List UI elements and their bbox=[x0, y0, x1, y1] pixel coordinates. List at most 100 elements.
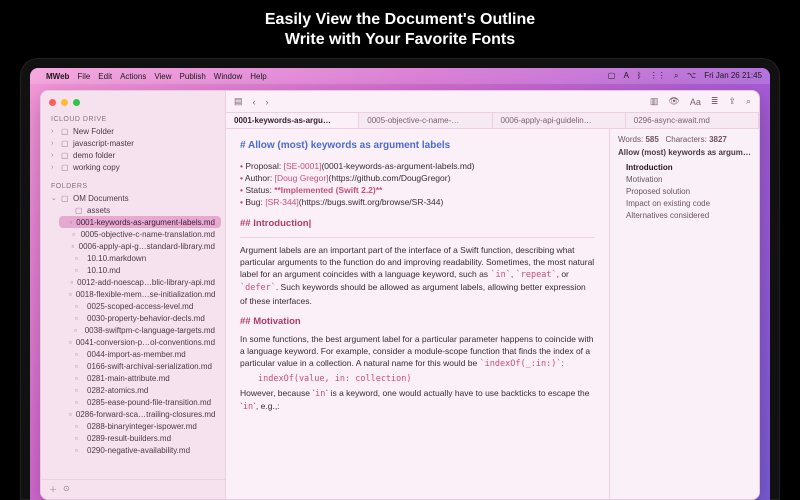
document-icon: ▫ bbox=[69, 290, 72, 299]
folder-icon: ▢ bbox=[61, 151, 69, 160]
outline-item[interactable]: Impact on existing code bbox=[618, 197, 751, 209]
headline-line1: Easily View the Document's Outline bbox=[265, 11, 535, 28]
sidebar-file[interactable]: ▫0281-main-attribute.md bbox=[59, 372, 221, 384]
sidebar-file[interactable]: ▫0038-swiftpm-c-language-targets.md bbox=[59, 324, 221, 336]
sidebar-folder[interactable]: ›▢New Folder bbox=[45, 125, 221, 137]
sidebar-folders-tree: ⌄▢OM Documents ▢assets ▫0001-keywords-as… bbox=[41, 192, 225, 462]
document-icon: ▫ bbox=[75, 446, 83, 455]
chevron-right-icon: › bbox=[51, 140, 57, 147]
folder-icon: ▢ bbox=[61, 127, 69, 136]
editor-pane[interactable]: # Allow (most) keywords as argument labe… bbox=[226, 129, 609, 499]
sidebar-file[interactable]: ▫10.10.markdown bbox=[59, 252, 221, 264]
menu-file[interactable]: File bbox=[77, 72, 90, 81]
document-icon: ▫ bbox=[71, 242, 74, 251]
sidebar-file[interactable]: ▫0288-binaryinteger-ispower.md bbox=[59, 420, 221, 432]
wifi-icon[interactable]: ⋮⋮ bbox=[650, 71, 666, 80]
menu-window[interactable]: Window bbox=[214, 72, 242, 81]
outline-item[interactable]: Proposed solution bbox=[618, 185, 751, 197]
app-menu[interactable]: MWeb bbox=[46, 72, 69, 81]
add-button[interactable]: ＋ bbox=[49, 484, 57, 495]
sidebar-subfolder[interactable]: ▢assets bbox=[59, 204, 221, 216]
menubar-clock[interactable]: Fri Jan 26 21:45 bbox=[704, 71, 762, 80]
doc-motivation-paragraph-2: However, because `in` is a keyword, one … bbox=[240, 387, 595, 414]
chevron-down-icon: ⌄ bbox=[51, 194, 57, 202]
sidebar-file[interactable]: ▫0041-conversion-p…ol-conventions.md bbox=[59, 336, 221, 348]
sidebar-file[interactable]: ▫0286-forward-sca…trailing-closures.md bbox=[59, 408, 221, 420]
doc-h1: # Allow (most) keywords as argument labe… bbox=[240, 139, 595, 154]
desktop-screen: MWeb File Edit Actions View Publish Wind… bbox=[30, 68, 770, 500]
sidebar-footer: ＋ ⊙ bbox=[41, 479, 225, 499]
menu-actions[interactable]: Actions bbox=[120, 72, 146, 81]
headline-line2: Write with Your Favorite Fonts bbox=[265, 30, 535, 50]
eye-icon[interactable]: 👁 bbox=[668, 96, 679, 107]
document-icon: ▫ bbox=[75, 374, 83, 383]
document-icon: ▫ bbox=[75, 302, 83, 311]
folder-icon: ▢ bbox=[61, 163, 69, 172]
minimize-window-button[interactable] bbox=[61, 99, 68, 106]
chevron-right-icon: › bbox=[51, 128, 57, 135]
window-controls bbox=[41, 95, 225, 112]
sidebar-cloud-tree: ›▢New Folder ›▢javascript-master ›▢demo … bbox=[41, 125, 225, 179]
doc-intro-paragraph: Argument labels are an important part of… bbox=[240, 244, 595, 308]
document-icon: ▫ bbox=[72, 230, 76, 239]
menu-help[interactable]: Help bbox=[250, 72, 266, 81]
input-source-icon[interactable]: A bbox=[624, 71, 629, 80]
preview-mode-icon[interactable]: ▥ bbox=[650, 96, 659, 107]
forward-button[interactable]: › bbox=[266, 97, 269, 107]
tab[interactable]: 0296-async-await.md bbox=[626, 113, 759, 128]
search-icon[interactable]: ⌕ bbox=[746, 96, 751, 107]
tab[interactable]: 0005-objective-c-name-… bbox=[359, 113, 492, 128]
outline-item[interactable]: Alternatives considered bbox=[618, 209, 751, 221]
sidebar-file[interactable]: ▫0012-add-noescap…blic-library-api.md bbox=[59, 276, 221, 288]
sidebar-file[interactable]: ▫0285-ease-pound-file-transition.md bbox=[59, 396, 221, 408]
sidebar-file[interactable]: ▫0290-negative-availability.md bbox=[59, 444, 221, 456]
outline-toggle-icon[interactable]: ≣ bbox=[711, 96, 719, 107]
search-icon[interactable]: ⌕ bbox=[674, 71, 678, 80]
share-icon[interactable]: ⇪ bbox=[728, 96, 736, 107]
folder-icon: ▢ bbox=[61, 139, 69, 148]
sidebar: ICLOUD DRIVE ›▢New Folder ›▢javascript-m… bbox=[41, 91, 226, 499]
document-icon: ▫ bbox=[75, 398, 83, 407]
bluetooth-icon[interactable]: ᛒ bbox=[637, 71, 642, 80]
tab[interactable]: 0001-keywords-as-argu… bbox=[226, 113, 359, 128]
sidebar-file[interactable]: ▫0005-objective-c-name-translation.md bbox=[59, 228, 221, 240]
doc-h2-motivation: ## Motivation bbox=[240, 315, 595, 329]
document-icon: ▫ bbox=[75, 362, 83, 371]
menu-view[interactable]: View bbox=[154, 72, 171, 81]
menu-edit[interactable]: Edit bbox=[98, 72, 112, 81]
sidebar-settings-icon[interactable]: ⊙ bbox=[63, 484, 70, 495]
toggle-sidebar-icon[interactable]: ▤ bbox=[234, 96, 243, 107]
sidebar-file[interactable]: ▫0018-flexible-mem…se-initialization.md bbox=[59, 288, 221, 300]
sidebar-folder[interactable]: ›▢javascript-master bbox=[45, 137, 221, 149]
outline-item[interactable]: Motivation bbox=[618, 173, 751, 185]
sidebar-file[interactable]: ▫0025-scoped-access-level.md bbox=[59, 300, 221, 312]
sidebar-root-folder[interactable]: ⌄▢OM Documents bbox=[45, 192, 221, 204]
sidebar-file[interactable]: ▫0166-swift-archival-serialization.md bbox=[59, 360, 221, 372]
sidebar-folder[interactable]: ›▢demo folder bbox=[45, 149, 221, 161]
document-icon: ▫ bbox=[75, 266, 83, 275]
menu-publish[interactable]: Publish bbox=[180, 72, 206, 81]
font-button[interactable]: Aa bbox=[690, 97, 701, 107]
sidebar-file[interactable]: ▫0030-property-behavior-decls.md bbox=[59, 312, 221, 324]
close-window-button[interactable] bbox=[49, 99, 56, 106]
battery-icon[interactable]: ▢ bbox=[608, 71, 616, 80]
doc-codeblock: indexOf(value, in: collection) bbox=[240, 371, 595, 387]
tab[interactable]: 0006-apply-api-guidelin… bbox=[493, 113, 626, 128]
promo-headline: Easily View the Document's Outline Write… bbox=[265, 0, 535, 58]
divider bbox=[240, 237, 595, 238]
outline-item[interactable]: Introduction bbox=[618, 161, 751, 173]
sidebar-file[interactable]: ▫0282-atomics.md bbox=[59, 384, 221, 396]
app-window: ICLOUD DRIVE ›▢New Folder ›▢javascript-m… bbox=[40, 90, 760, 500]
sidebar-file[interactable]: ▫0006-apply-api-g…standard-library.md bbox=[59, 240, 221, 252]
zoom-window-button[interactable] bbox=[73, 99, 80, 106]
sidebar-folder[interactable]: ›▢working copy bbox=[45, 161, 221, 173]
back-button[interactable]: ‹ bbox=[253, 97, 256, 107]
doc-stats: Words: 585 Characters: 3827 bbox=[618, 135, 751, 144]
control-center-icon[interactable]: ⌥ bbox=[687, 71, 696, 80]
sidebar-file[interactable]: ▫10.10.md bbox=[59, 264, 221, 276]
outline-title[interactable]: Allow (most) keywords as argume… bbox=[618, 148, 751, 157]
sidebar-file[interactable]: ▫0001-keywords-as-argument-labels.md bbox=[59, 216, 221, 228]
sidebar-file[interactable]: ▫0289-result-builders.md bbox=[59, 432, 221, 444]
sidebar-file[interactable]: ▫0044-import-as-member.md bbox=[59, 348, 221, 360]
status-tray: ▢ A ᛒ ⋮⋮ ⌕ ⌥ Fri Jan 26 21:45 bbox=[602, 71, 762, 81]
